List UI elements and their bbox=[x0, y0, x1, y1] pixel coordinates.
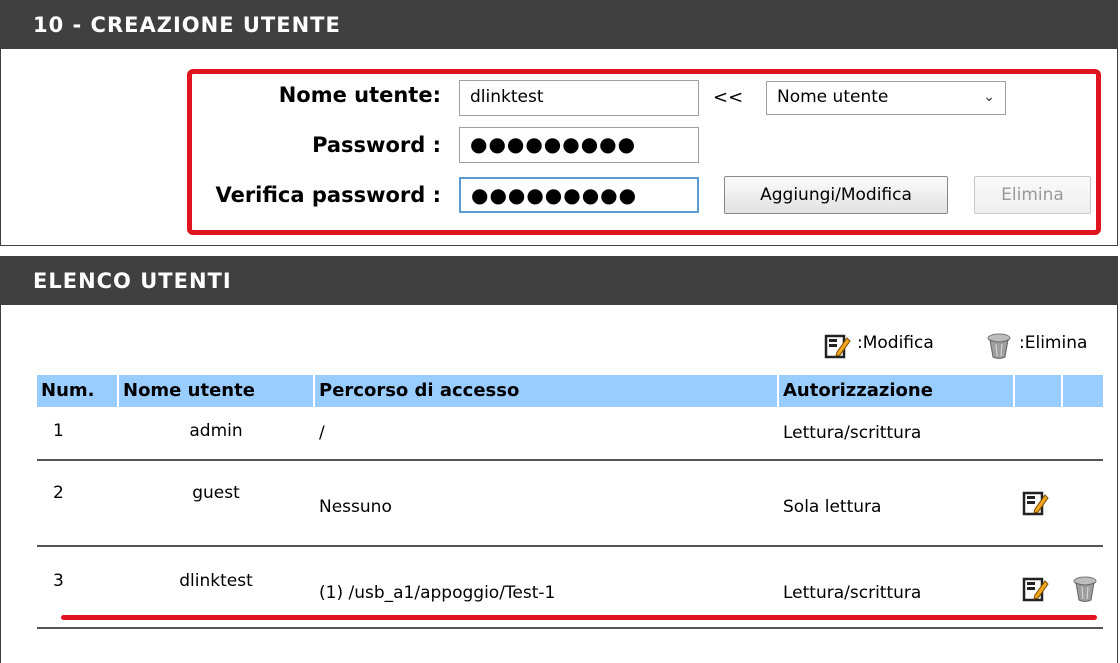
row-path: Nessuno bbox=[319, 497, 392, 517]
row-path: / bbox=[319, 423, 325, 443]
legend-edit-label: :Modifica bbox=[857, 333, 934, 353]
password-value: ●●●●●●●●● bbox=[470, 132, 637, 156]
highlight-underline bbox=[61, 615, 1097, 620]
password-input[interactable]: ●●●●●●●●● bbox=[459, 127, 699, 163]
create-user-title: 10 - CREAZIONE UTENTE bbox=[1, 1, 1117, 49]
row-auth: Sola lettura bbox=[783, 497, 882, 517]
row-path: (1) /usb_a1/appoggio/Test-1 bbox=[319, 583, 556, 603]
row-divider bbox=[37, 627, 1103, 629]
row-num: 2 bbox=[53, 483, 64, 503]
col-edit bbox=[1015, 375, 1061, 407]
verify-password-label: Verifica password : bbox=[215, 183, 441, 207]
username-label: Nome utente: bbox=[278, 83, 441, 107]
col-path: Percorso di accesso bbox=[315, 375, 777, 407]
legend-delete-label: :Elimina bbox=[1019, 333, 1088, 353]
edit-icon[interactable] bbox=[1021, 489, 1049, 517]
row-user: guest bbox=[192, 483, 240, 503]
trash-icon[interactable] bbox=[1071, 575, 1099, 603]
row-divider bbox=[37, 459, 1103, 461]
user-list-panel: ELENCO UTENTI :Modifica :Elimina Num. No… bbox=[0, 256, 1118, 663]
user-select-value: Nome utente bbox=[777, 87, 889, 107]
trash-icon bbox=[987, 333, 1011, 359]
col-num: Num. bbox=[37, 375, 117, 407]
row-user: admin bbox=[189, 421, 243, 441]
password-label: Password : bbox=[312, 133, 441, 157]
chevron-down-icon: ⌄ bbox=[983, 89, 995, 105]
row-num: 1 bbox=[53, 421, 64, 441]
edit-icon bbox=[824, 334, 851, 359]
edit-icon[interactable] bbox=[1021, 575, 1049, 603]
verify-password-value: ●●●●●●●●● bbox=[471, 183, 638, 207]
row-user: dlinktest bbox=[179, 571, 253, 591]
col-delete bbox=[1063, 375, 1103, 407]
username-input[interactable]: dlinktest bbox=[459, 80, 699, 116]
row-auth: Lettura/scrittura bbox=[783, 583, 922, 603]
create-user-panel: 10 - CREAZIONE UTENTE Nome utente: dlink… bbox=[0, 0, 1118, 246]
copy-arrow[interactable]: << bbox=[713, 87, 743, 108]
col-username: Nome utente bbox=[119, 375, 313, 407]
user-select[interactable]: Nome utente ⌄ bbox=[766, 81, 1006, 115]
delete-button[interactable]: Elimina bbox=[974, 176, 1091, 214]
user-list-title: ELENCO UTENTI bbox=[1, 257, 1117, 305]
add-modify-button[interactable]: Aggiungi/Modifica bbox=[724, 176, 948, 214]
col-authorization: Autorizzazione bbox=[779, 375, 1013, 407]
verify-password-input[interactable]: ●●●●●●●●● bbox=[459, 177, 699, 213]
row-num: 3 bbox=[53, 571, 64, 591]
row-auth: Lettura/scrittura bbox=[783, 423, 922, 443]
table-header: Num. Nome utente Percorso di accesso Aut… bbox=[37, 375, 1103, 407]
row-divider bbox=[37, 545, 1103, 547]
